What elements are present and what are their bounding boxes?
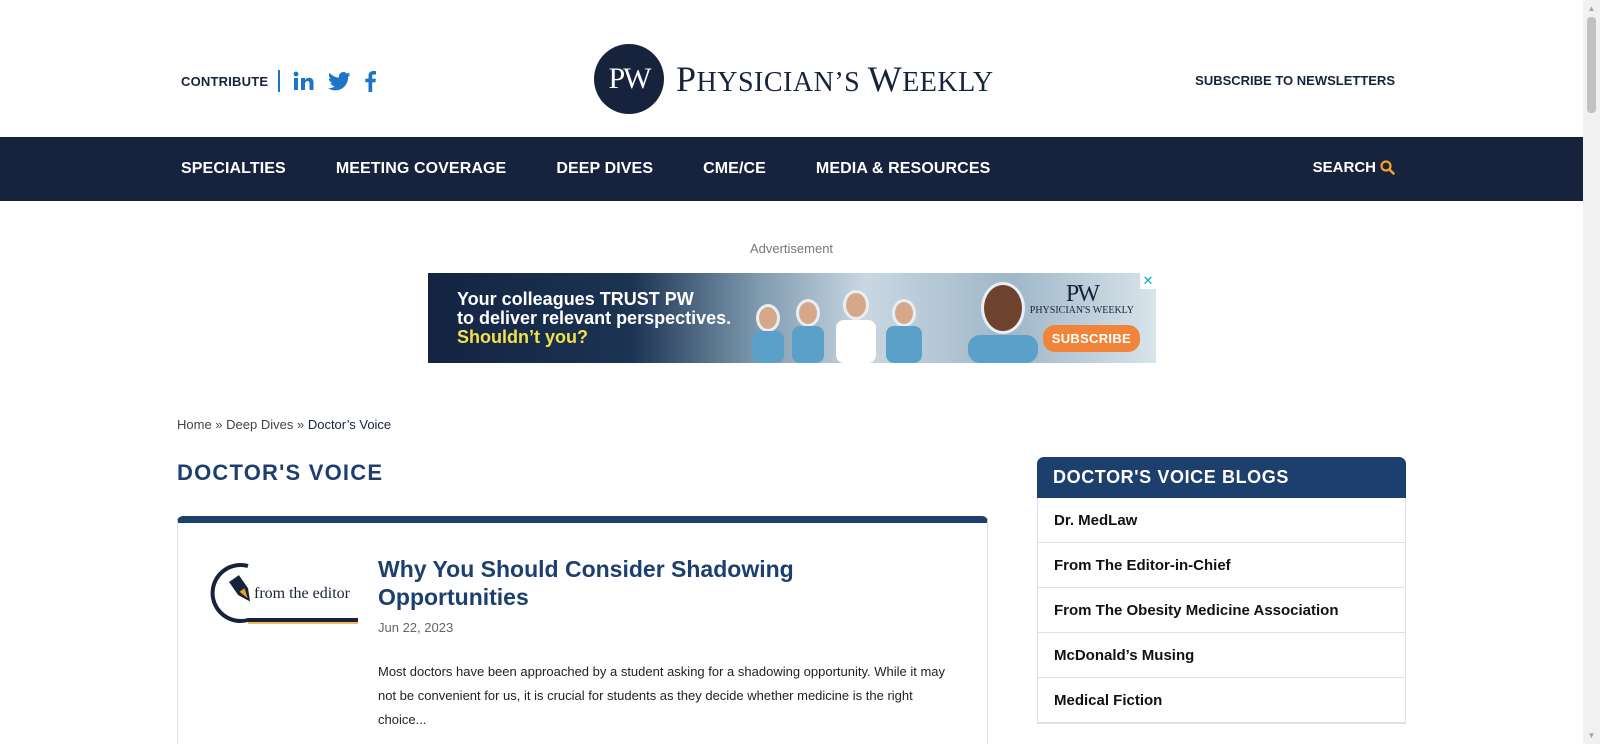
search-icon xyxy=(1380,160,1395,175)
ad-copy: Your colleagues TRUST PW to deliver rele… xyxy=(457,289,732,347)
sidebar-title: DOCTOR'S VOICE BLOGS xyxy=(1037,457,1406,498)
sidebar-blogs: DOCTOR'S VOICE BLOGS Dr. MedLaw From The… xyxy=(1037,457,1406,724)
nav-item-meeting-coverage[interactable]: MEETING COVERAGE xyxy=(336,160,507,178)
logo-wordmark: PHYSICIAN’S WEEKLY xyxy=(676,59,994,99)
logo-monogram: PW xyxy=(594,44,664,114)
divider xyxy=(278,70,281,92)
nav-item-media-resources[interactable]: MEDIA & RESOURCES xyxy=(816,160,990,178)
breadcrumb: Home » Deep Dives » Doctor’s Voice xyxy=(177,417,392,432)
breadcrumb-deep-dives[interactable]: Deep Dives xyxy=(226,417,293,432)
social-links xyxy=(293,70,377,92)
sidebar-item-obesity-medicine[interactable]: From The Obesity Medicine Association xyxy=(1038,588,1405,633)
page-title: DOCTOR'S VOICE xyxy=(177,460,384,485)
nav-menu: SPECIALTIES MEETING COVERAGE DEEP DIVES … xyxy=(181,137,1040,201)
breadcrumb-current: Doctor’s Voice xyxy=(307,417,392,432)
ad-subscribe-button[interactable]: SUBSCRIBE xyxy=(1042,325,1140,352)
linkedin-icon[interactable] xyxy=(293,71,314,91)
search-label: SEARCH xyxy=(1312,159,1376,176)
sidebar-item-mcdonalds-musing[interactable]: McDonald’s Musing xyxy=(1038,633,1405,678)
close-icon[interactable]: ✕ xyxy=(1140,273,1156,289)
scroll-thumb[interactable] xyxy=(1587,17,1596,113)
main-nav: SPECIALTIES MEETING COVERAGE DEEP DIVES … xyxy=(0,137,1583,201)
sidebar-item-medical-fiction[interactable]: Medical Fiction xyxy=(1038,678,1405,723)
sidebar-item-editor-in-chief[interactable]: From The Editor-in-Chief xyxy=(1038,543,1405,588)
breadcrumb-home[interactable]: Home xyxy=(177,417,212,432)
facebook-icon[interactable] xyxy=(365,70,377,92)
scroll-down-icon[interactable]: ▼ xyxy=(1583,727,1600,744)
pen-icon xyxy=(229,575,251,602)
article-excerpt: Most doctors have been approached by a s… xyxy=(378,664,946,727)
thumbnail-text: from the editor xyxy=(254,585,351,602)
advertisement-label: Advertisement xyxy=(749,241,834,256)
header-left: CONTRIBUTE xyxy=(181,70,377,92)
site-header: CONTRIBUTE PW PHYSICIAN’S WEEKLY SUBSCRI… xyxy=(0,0,1583,137)
ad-banner[interactable]: Your colleagues TRUST PW to deliver rele… xyxy=(428,273,1156,363)
ad-logo: PW PHYSICIAN'S WEEKLY xyxy=(1029,281,1134,316)
subscribe-newsletters-link[interactable]: SUBSCRIBE TO NEWSLETTERS xyxy=(1195,73,1395,88)
page-scrollbar[interactable]: ▲ ▼ xyxy=(1583,0,1600,744)
twitter-icon[interactable] xyxy=(328,71,351,91)
nav-item-deep-dives[interactable]: DEEP DIVES xyxy=(556,160,653,178)
article-date: Jun 22, 2023 xyxy=(378,620,454,635)
contribute-link[interactable]: CONTRIBUTE xyxy=(181,74,268,89)
nav-item-specialties[interactable]: SPECIALTIES xyxy=(181,160,286,178)
sidebar-list: Dr. MedLaw From The Editor-in-Chief From… xyxy=(1037,498,1406,724)
site-logo[interactable]: PW PHYSICIAN’S WEEKLY xyxy=(594,44,994,114)
article-card: from the editor Why You Should Consider … xyxy=(177,516,988,744)
search-button[interactable]: SEARCH xyxy=(1313,159,1395,176)
nav-item-cme-ce[interactable]: CME/CE xyxy=(703,160,766,178)
article-thumbnail[interactable]: from the editor xyxy=(208,558,358,628)
sidebar-item-dr-medlaw[interactable]: Dr. MedLaw xyxy=(1038,498,1405,543)
scroll-up-icon[interactable]: ▲ xyxy=(1583,0,1600,17)
article-title[interactable]: Why You Should Consider Shadowing Opport… xyxy=(378,555,858,611)
